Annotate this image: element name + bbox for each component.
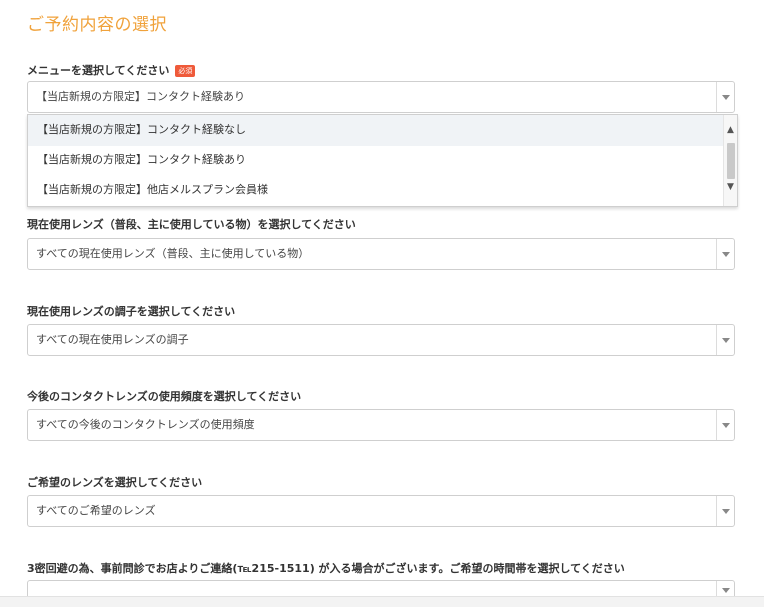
desired-lens-label: ご希望のレンズを選択してください — [27, 476, 203, 489]
menu-option-no-experience[interactable]: 【当店新規の方限定】コンタクト経験なし — [28, 115, 725, 146]
chevron-down-icon[interactable] — [716, 496, 734, 526]
menu-label: メニューを選択してください 必須 — [27, 62, 196, 78]
current-lens-select[interactable]: すべての現在使用レンズ（普段、主に使用している物） — [27, 238, 735, 270]
menu-select[interactable]: 【当店新規の方限定】コンタクト経験あり — [27, 81, 735, 113]
lens-condition-select[interactable]: すべての現在使用レンズの調子 — [27, 324, 735, 356]
menu-select-value: 【当店新規の方限定】コンタクト経験あり — [36, 90, 245, 103]
usage-frequency-select-value: すべての今後のコンタクトレンズの使用頻度 — [36, 418, 255, 431]
lens-condition-label: 現在使用レンズの調子を選択してください — [27, 305, 236, 318]
menu-label-text: メニューを選択してください — [27, 64, 170, 77]
menu-dropdown-list[interactable]: 【当店新規の方限定】コンタクト経験なし 【当店新規の方限定】コンタクト経験あり … — [27, 114, 738, 207]
menu-option-other-store-member[interactable]: 【当店新規の方限定】他店メルスプラン会員様 — [28, 175, 725, 206]
chevron-down-icon[interactable] — [716, 82, 734, 112]
current-lens-select-value: すべての現在使用レンズ（普段、主に使用している物） — [36, 247, 310, 260]
chevron-down-icon[interactable] — [716, 325, 734, 355]
scroll-up-icon[interactable]: ▲ — [724, 123, 737, 137]
scrollbar-thumb[interactable] — [727, 143, 735, 179]
lens-condition-select-value: すべての現在使用レンズの調子 — [36, 333, 189, 346]
reservation-form: ご予約内容の選択 メニューを選択してください 必須 【当店新規の方限定】コンタクト… — [0, 0, 764, 607]
contact-time-label: 3密回避の為、事前問診でお店よりご連絡(℡215-1511) が入る場合がござい… — [27, 562, 625, 575]
chevron-down-icon[interactable] — [716, 239, 734, 269]
dropdown-scrollbar[interactable]: ▲ ▼ — [723, 115, 737, 206]
desired-lens-select[interactable]: すべてのご希望のレンズ — [27, 495, 735, 527]
horizontal-scrollbar[interactable] — [0, 596, 764, 607]
usage-frequency-select[interactable]: すべての今後のコンタクトレンズの使用頻度 — [27, 409, 735, 441]
required-badge: 必須 — [175, 65, 196, 77]
desired-lens-select-value: すべてのご希望のレンズ — [36, 504, 156, 517]
scroll-down-icon[interactable]: ▼ — [724, 180, 737, 194]
chevron-down-icon[interactable] — [716, 410, 734, 440]
current-lens-label: 現在使用レンズ（普段、主に使用している物）を選択してください — [27, 218, 356, 231]
usage-frequency-label: 今後のコンタクトレンズの使用頻度を選択してください — [27, 390, 302, 403]
menu-option-with-experience[interactable]: 【当店新規の方限定】コンタクト経験あり — [28, 145, 725, 176]
page-title: ご予約内容の選択 — [27, 15, 167, 35]
